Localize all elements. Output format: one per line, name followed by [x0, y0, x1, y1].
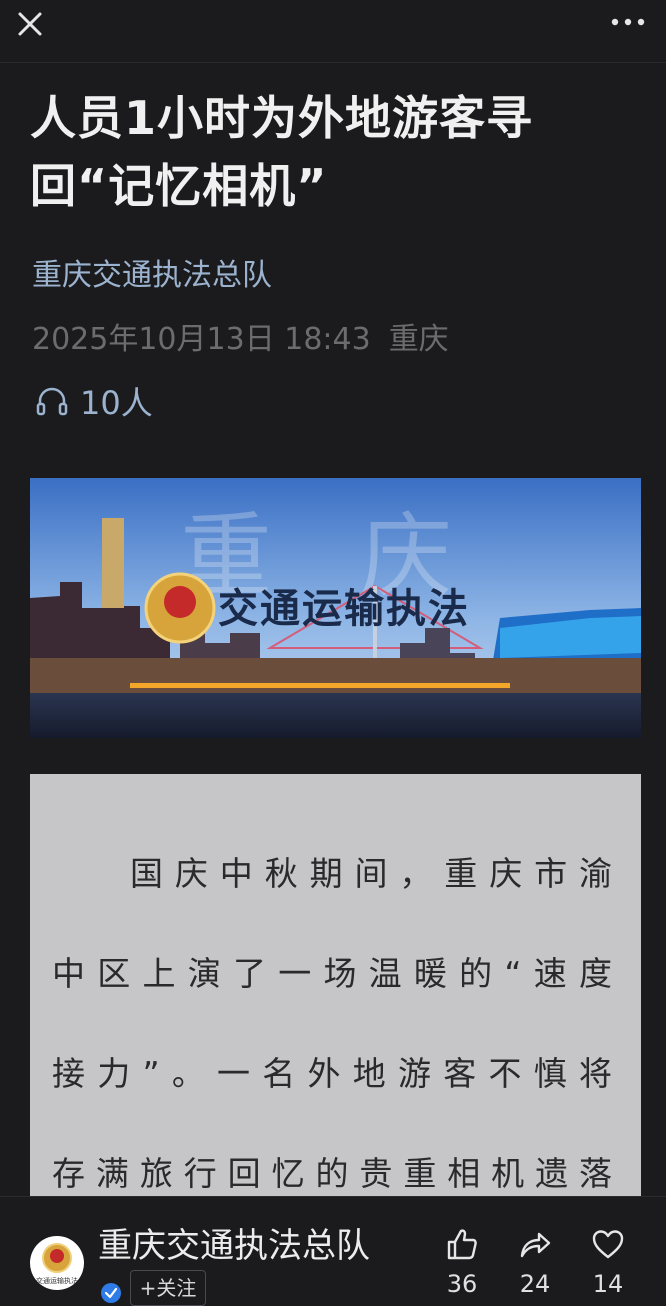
headphones-icon	[36, 387, 68, 416]
favorite-count: 14	[592, 1270, 624, 1298]
like-button[interactable]: 36	[434, 1226, 490, 1298]
banner-title: 交通运输执法	[218, 585, 470, 632]
close-icon	[18, 12, 42, 36]
article-location: 重庆	[388, 322, 449, 357]
share-arrow-icon	[520, 1232, 551, 1258]
more-dots-icon	[611, 18, 645, 26]
article-date: 2025年10月13日 18:43	[32, 322, 371, 357]
more-button[interactable]	[608, 10, 648, 34]
article-meta: 2025年10月13日 18:43 重庆	[32, 314, 467, 358]
top-divider	[0, 62, 666, 63]
heart-icon	[592, 1230, 624, 1259]
article-source-link[interactable]: 重庆交通执法总队	[32, 250, 272, 294]
listen-button[interactable]: 10人	[34, 378, 153, 424]
listen-count: 10人	[80, 384, 153, 422]
article-title: 人员1小时为外地游客寻回“记忆相机”	[30, 91, 534, 213]
follow-button[interactable]: +关注	[130, 1270, 206, 1306]
top-bar	[0, 0, 666, 64]
verified-badge-icon	[101, 1283, 121, 1303]
thumbs-up-icon	[447, 1229, 477, 1260]
share-button[interactable]: 24	[507, 1226, 563, 1298]
favorite-button[interactable]: 14	[580, 1226, 636, 1298]
account-name[interactable]: 重庆交通执法总队	[98, 1218, 370, 1267]
article-quote-block: 国庆中秋期间，重庆市渝中区上演了一场温暖的“速度接力”。一名外地游客不慎将存满旅…	[30, 774, 641, 1204]
like-count: 36	[446, 1270, 478, 1298]
avatar-caption: 交通运输执法	[36, 1276, 78, 1285]
share-count: 24	[519, 1270, 551, 1298]
close-button[interactable]	[12, 6, 48, 42]
article-quote-text: 国庆中秋期间，重庆市渝中区上演了一场温暖的“速度接力”。一名外地游客不慎将存满旅…	[52, 854, 622, 1193]
account-avatar[interactable]: 交通运输执法	[30, 1236, 84, 1290]
